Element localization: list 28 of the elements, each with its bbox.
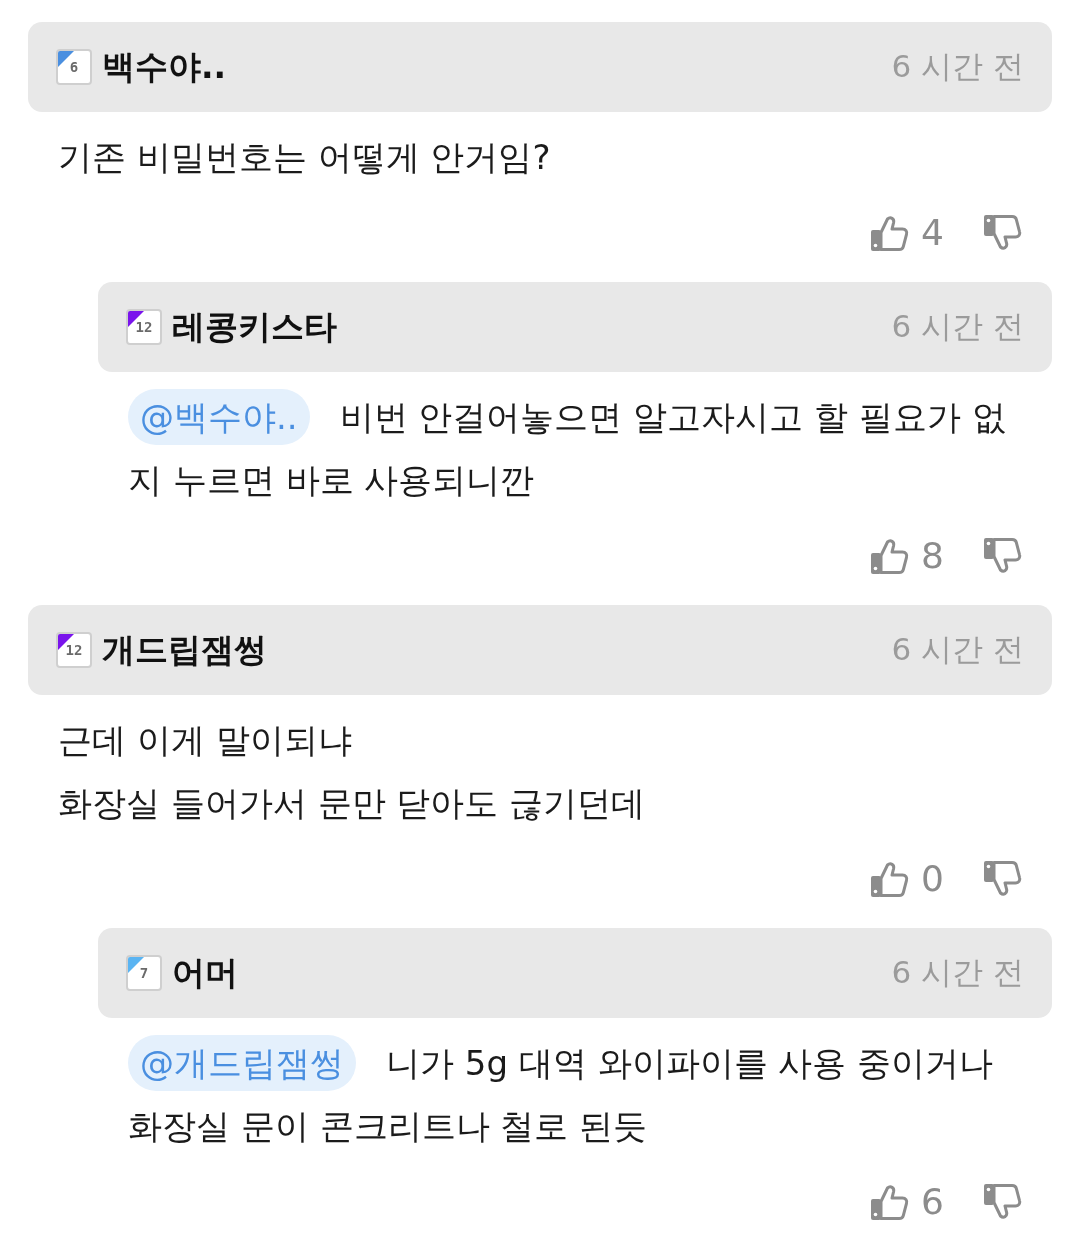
thumbs-down-icon[interactable] (982, 859, 1022, 899)
comment-text: 근데 이게 말이되냐 화장실 들어가서 문만 닫아도 귾기던데 (57, 719, 647, 825)
author-name[interactable]: 레콩키스타 (172, 307, 337, 347)
author-name[interactable]: 백수야.. (102, 47, 227, 87)
reply-text: @백수야.. 비번 안걸어놓으면 알고자시고 할 필요가 없지 누르면 바로 사용되니깐 (98, 372, 1052, 512)
level-number: 6 (69, 60, 79, 74)
thumbs-down-icon[interactable] (982, 536, 1022, 576)
timestamp: 6 시간 전 (891, 954, 1024, 992)
thumbs-down-icon[interactable] (982, 1182, 1022, 1222)
like-count: 8 (921, 538, 944, 574)
like-count: 6 (921, 1184, 944, 1220)
reply-text: @개드립잼썽 니가 5g 대역 와이파이를 사용 중이거나 화장실 문이 콘크리트나 철로 된듯 (98, 1018, 1052, 1158)
thumbs-up-icon[interactable] (869, 536, 910, 576)
level-number: 7 (139, 966, 149, 980)
like-count: 0 (921, 861, 944, 897)
thumbs-up-icon[interactable] (869, 1182, 910, 1222)
author-name[interactable]: 어머 (172, 953, 238, 993)
timestamp: 6 시간 전 (891, 48, 1024, 86)
level-number: 12 (135, 320, 153, 334)
level-number: 12 (65, 643, 83, 657)
like-count: 4 (921, 215, 944, 251)
comment-text: 기존 비밀번호는 어떻게 안거임? (57, 136, 552, 179)
thumbs-up-icon[interactable] (869, 213, 910, 253)
thumbs-down-icon[interactable] (982, 213, 1022, 253)
timestamp: 6 시간 전 (891, 308, 1024, 346)
timestamp: 6 시간 전 (891, 631, 1024, 669)
thumbs-up-icon[interactable] (869, 859, 910, 899)
author-name[interactable]: 개드립잼썽 (102, 630, 267, 670)
